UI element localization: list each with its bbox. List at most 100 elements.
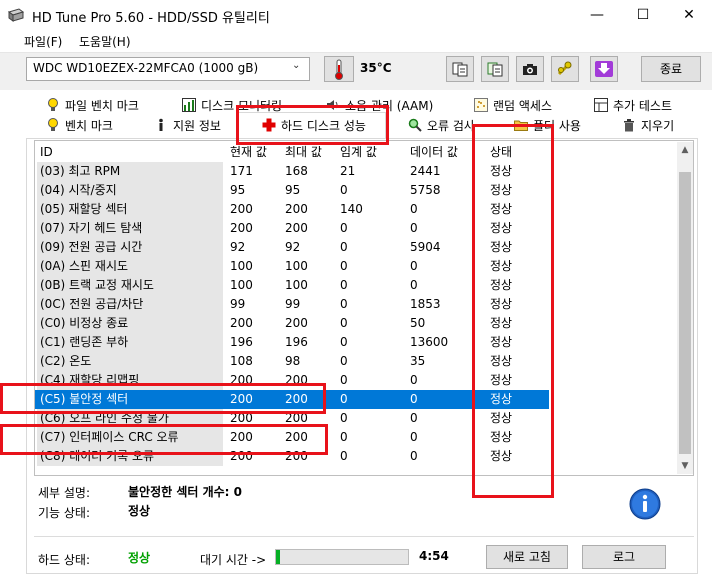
tab-file-benchmark[interactable]: 파일 벤치 마크: [46, 95, 139, 115]
column-header-threshold[interactable]: 임계 값: [340, 142, 377, 162]
column-header-data[interactable]: 데이터 값: [410, 142, 458, 162]
info-icon: [159, 118, 163, 131]
feature-status-value: 정상: [128, 504, 151, 518]
lightbulb-icon: [48, 118, 58, 131]
data-value-cell: 13600: [410, 335, 449, 349]
copy-text-button[interactable]: [446, 56, 474, 82]
column-header-id[interactable]: ID: [40, 142, 53, 162]
tab-erase[interactable]: 지우기: [622, 115, 674, 135]
current-value-cell: 100: [230, 278, 253, 292]
data-value-cell: 5904: [410, 240, 441, 254]
temperature-button[interactable]: [324, 56, 354, 82]
chevron-down-icon[interactable]: ⌄: [292, 60, 300, 71]
data-value-cell: 0: [410, 411, 418, 425]
separator: [34, 536, 694, 537]
scroll-thumb[interactable]: [679, 172, 691, 454]
tab-label: 랜덤 액세스: [493, 98, 553, 113]
lightbulb-icon: [48, 98, 58, 111]
scroll-up-arrow-icon[interactable]: ▲: [677, 142, 693, 158]
tab-label: 추가 테스트: [613, 98, 673, 113]
current-value-cell: 99: [230, 297, 246, 311]
copy-icon: [452, 62, 468, 77]
close-button[interactable]: ✕: [666, 0, 712, 30]
health-status-value: 정상: [128, 551, 151, 565]
tab-benchmark[interactable]: 벤치 마크: [46, 115, 113, 135]
worst-value-cell: 168: [285, 164, 308, 178]
tab-info[interactable]: 지원 정보: [154, 115, 221, 135]
info-circle-icon[interactable]: [629, 488, 661, 520]
worst-value-cell: 196: [285, 335, 308, 349]
annotation-box-c5-row: [0, 383, 326, 414]
threshold-cell: 0: [340, 316, 348, 330]
threshold-cell: 0: [340, 297, 348, 311]
threshold-cell: 0: [340, 240, 348, 254]
scatter-icon: [474, 98, 488, 112]
tab-label: 벤치 마크: [65, 118, 113, 133]
annotation-box-c7-row: [0, 424, 328, 455]
column-header-current[interactable]: 현재 값: [230, 142, 267, 162]
detail-label: 세부 설명:: [38, 486, 91, 500]
column-header-worst[interactable]: 최대 값: [285, 142, 322, 162]
worst-value-cell: 100: [285, 259, 308, 273]
tab-label: 지우기: [641, 118, 675, 133]
attribute-id-cell: (07) 자기 헤드 탐색: [37, 219, 223, 238]
current-value-cell: 200: [230, 202, 253, 216]
refresh-button[interactable]: 새로 고침: [486, 545, 568, 569]
attribute-id-cell: (C1) 랜딩존 부하: [37, 333, 223, 352]
wait-progress-fill: [276, 550, 280, 564]
menu-help[interactable]: 도움말(H): [79, 33, 131, 50]
worst-value-cell: 99: [285, 297, 301, 311]
current-value-cell: 108: [230, 354, 253, 368]
feature-status-label: 기능 상태:: [38, 506, 91, 520]
current-value-cell: 196: [230, 335, 253, 349]
current-value-cell: 95: [230, 183, 246, 197]
download-arrow-icon: [595, 61, 613, 77]
exit-button[interactable]: 종료: [641, 56, 701, 82]
tab-extra-tests[interactable]: 추가 테스트: [594, 95, 672, 115]
copy-all-icon: [487, 62, 503, 77]
threshold-cell: 21: [340, 164, 356, 178]
save-button[interactable]: [590, 56, 618, 82]
data-value-cell: 0: [410, 278, 418, 292]
screenshot-button[interactable]: [516, 56, 544, 82]
worst-value-cell: 98: [285, 354, 301, 368]
window-title: HD Tune Pro 5.60 - HDD/SSD 유틸리티: [32, 11, 270, 26]
maximize-button[interactable]: ☐: [620, 0, 666, 30]
data-value-cell: 0: [410, 221, 418, 235]
log-button[interactable]: 로그: [582, 545, 666, 569]
drive-select[interactable]: WDC WD10EZEX-22MFCA0 (1000 gB): [26, 57, 310, 81]
grid-icon: [594, 98, 608, 112]
attribute-id-cell: (0B) 트랙 교정 재시도: [37, 276, 223, 295]
attribute-id-cell: (03) 최고 RPM: [37, 162, 223, 181]
thermometer-icon: [335, 59, 343, 80]
annotation-box-health-tab: [236, 105, 389, 145]
attribute-id-cell: (05) 재할당 섹터: [37, 200, 223, 219]
tab-random-access[interactable]: 랜덤 액세스: [474, 95, 552, 115]
attribute-id-cell: (0A) 스핀 재시도: [37, 257, 223, 276]
hd-tune-app-icon: [8, 8, 24, 22]
threshold-cell: 0: [340, 278, 348, 292]
data-value-cell: 0: [410, 202, 418, 216]
bar-chart-icon: [182, 98, 196, 112]
menu-file[interactable]: 파일(F): [24, 33, 62, 50]
data-value-cell: 0: [410, 430, 418, 444]
attribute-id-cell: (C2) 온도: [37, 352, 223, 371]
current-value-cell: 171: [230, 164, 253, 178]
tools-icon: [557, 61, 572, 76]
worst-value-cell: 200: [285, 202, 308, 216]
options-button[interactable]: [551, 56, 579, 82]
wait-time-label: 대기 시간 ->: [200, 553, 267, 567]
threshold-cell: 0: [340, 354, 348, 368]
data-value-cell: 1853: [410, 297, 441, 311]
threshold-cell: 0: [340, 449, 348, 463]
temperature-readout: 35°C: [360, 61, 392, 75]
tab-error-scan[interactable]: 오류 검사: [408, 115, 475, 135]
threshold-cell: 0: [340, 221, 348, 235]
scroll-down-arrow-icon[interactable]: ▼: [677, 458, 693, 474]
worst-value-cell: 200: [285, 316, 308, 330]
threshold-cell: 0: [340, 373, 348, 387]
minimize-button[interactable]: —: [574, 0, 620, 30]
data-value-cell: 35: [410, 354, 426, 368]
threshold-cell: 0: [340, 411, 348, 425]
copy-all-button[interactable]: [481, 56, 509, 82]
